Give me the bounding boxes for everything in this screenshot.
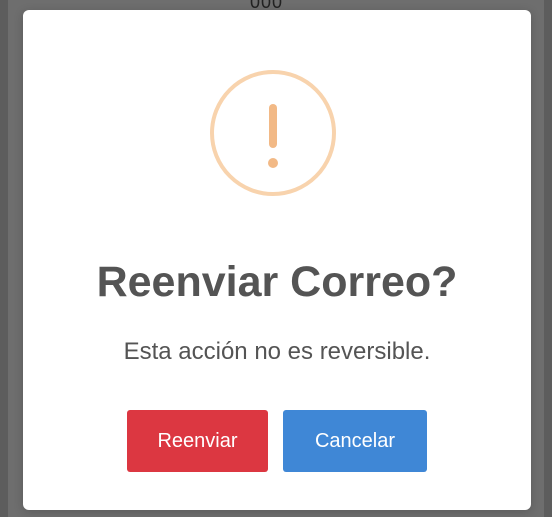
warning-exclamation-icon — [210, 70, 336, 196]
warning-exclamation-bar — [269, 104, 277, 148]
confirm-dialog: Reenviar Correo? Esta acción no es rever… — [23, 10, 531, 510]
backdrop-edge-left — [0, 0, 8, 517]
cancel-button[interactable]: Cancelar — [283, 410, 427, 472]
warning-exclamation-dot — [268, 158, 278, 168]
backdrop-edge-right — [544, 0, 552, 517]
dialog-title: Reenviar Correo? — [96, 258, 458, 306]
dialog-message: Esta acción no es reversible. — [123, 338, 431, 365]
resend-button[interactable]: Reenviar — [127, 410, 268, 472]
